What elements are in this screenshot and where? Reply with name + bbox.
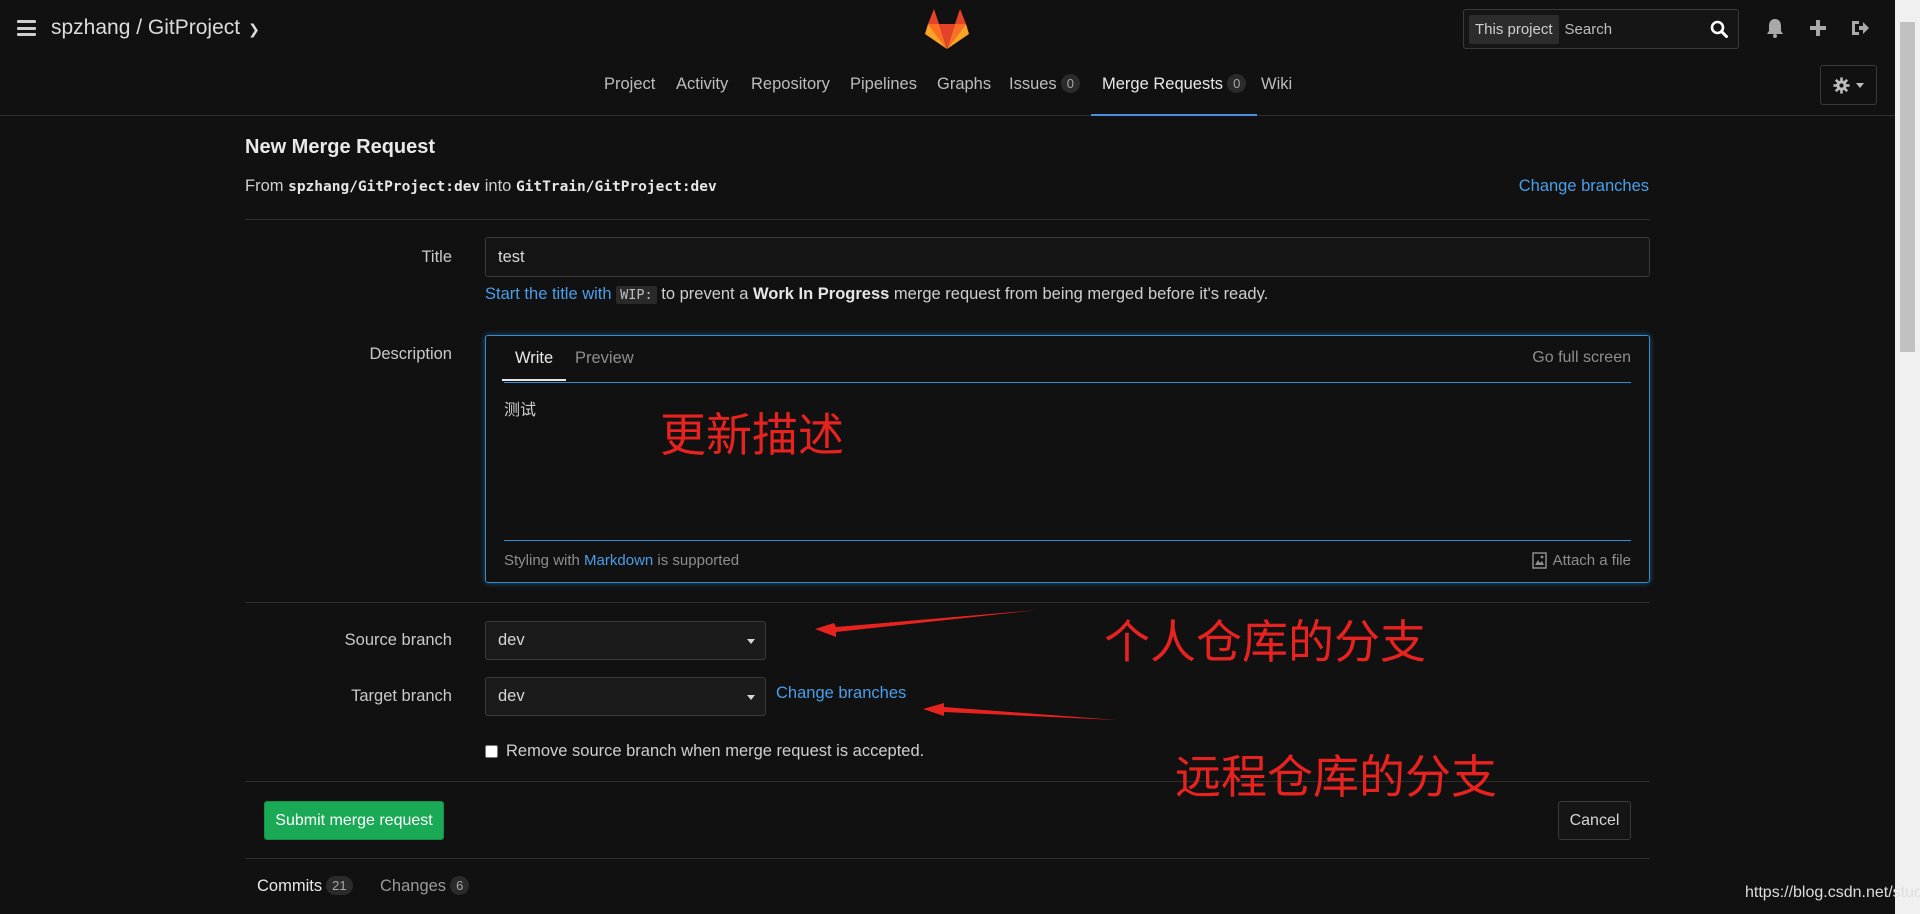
watermark: https://blog.csdn.net/studio_	[1745, 884, 1920, 901]
annotation-arrows	[815, 610, 1117, 720]
arrow-to-target-branch	[923, 703, 1117, 720]
arrow-to-source-branch	[815, 610, 1038, 637]
